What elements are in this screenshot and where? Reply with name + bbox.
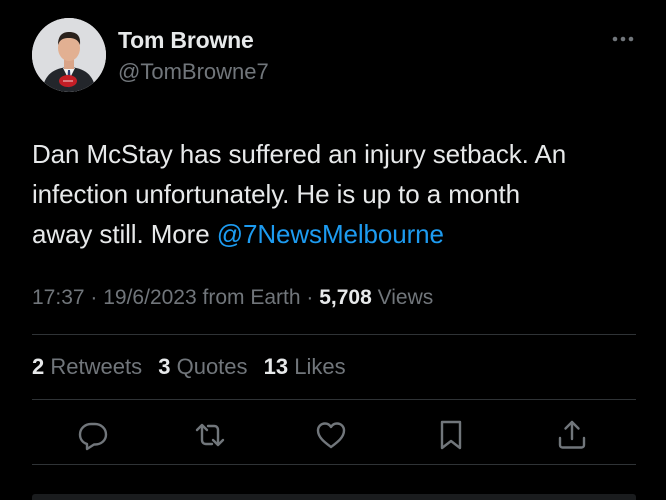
share-icon [558,420,586,449]
reply-button[interactable] [76,418,110,452]
tweet-source: from Earth [196,286,301,309]
views-label: Views [371,286,434,309]
tweet-time[interactable]: 17:37 [32,286,85,309]
tweet-meta: 17:37 · 19/6/2023 from Earth · 5,708 Vie… [32,286,433,310]
tweet-detail: Tom Browne @TomBrowne7 Dan McStay has su… [0,0,666,500]
tweet-text-segment: away still. More [32,219,217,249]
quotes-count: 3 [158,354,171,379]
divider [32,334,636,335]
retweets-label: Retweets [50,354,143,379]
tweet-text-line: away still. More @7NewsMelbourne [32,214,642,254]
tweet-date[interactable]: 19/6/2023 [103,286,196,309]
retweet-button[interactable] [193,418,227,452]
share-button[interactable] [555,418,589,452]
bookmark-button[interactable] [434,418,468,452]
avatar[interactable] [32,18,106,92]
more-options-icon[interactable] [610,28,636,50]
like-button[interactable] [314,418,348,452]
retweets-count: 2 [32,354,45,379]
meta-separator: · [84,286,104,309]
like-icon [316,422,346,449]
meta-separator: · [300,286,320,309]
author-handle[interactable]: @TomBrowne7 [118,59,269,85]
tweet-text: Dan McStay has suffered an injury setbac… [32,134,642,254]
divider [32,399,636,400]
mention-link[interactable]: @7NewsMelbourne [217,219,444,249]
engagement-stats: 2 Retweets 3 Quotes 13 Likes [32,354,356,380]
bookmark-icon [440,420,462,450]
likes-count: 13 [263,354,289,379]
reply-composer-edge [32,494,636,500]
divider [32,464,636,465]
likes-stat[interactable]: 13 Likes [264,354,346,379]
retweets-stat[interactable]: 2 Retweets [32,354,142,379]
tweet-text-line: infection unfortunately. He is up to a m… [32,179,520,209]
author-display-name[interactable]: Tom Browne [118,27,254,54]
quotes-label: Quotes [176,354,248,379]
views-count[interactable]: 5,708 [319,286,372,309]
reply-icon [78,422,108,451]
tweet-text-line: Dan McStay has suffered an injury setbac… [32,139,567,169]
quotes-stat[interactable]: 3 Quotes [158,354,247,379]
likes-label: Likes [294,354,346,379]
retweet-icon [195,423,225,447]
